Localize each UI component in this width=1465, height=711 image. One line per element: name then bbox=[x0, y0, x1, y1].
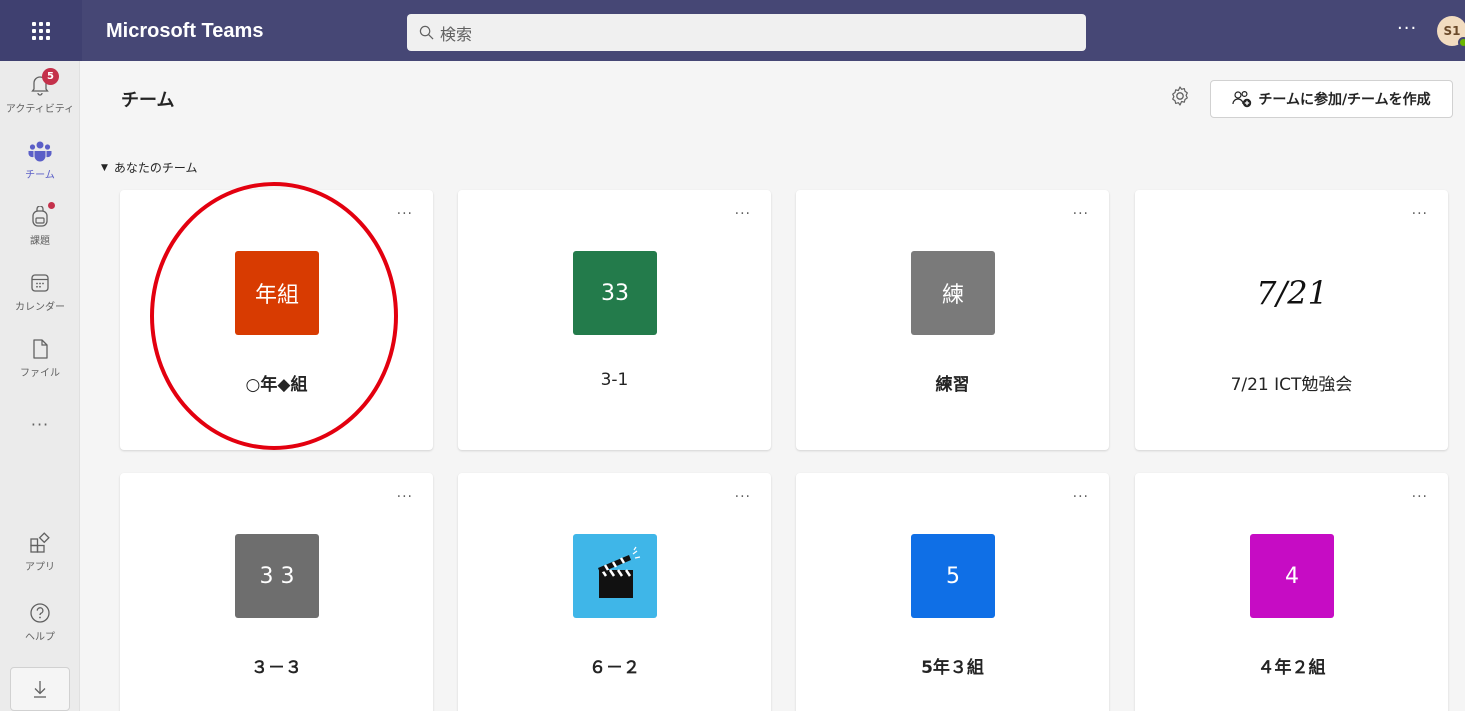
team-avatar-text: 3 3 bbox=[259, 563, 295, 589]
settings-button[interactable] bbox=[1168, 84, 1192, 108]
download-icon bbox=[34, 681, 46, 698]
app-title: Microsoft Teams bbox=[106, 20, 264, 42]
team-more-options-button[interactable]: ··· bbox=[1073, 489, 1089, 505]
team-avatar: 練 bbox=[911, 251, 995, 335]
search-input[interactable]: 検索 bbox=[407, 14, 1086, 51]
calendar-icon bbox=[28, 271, 52, 295]
help-icon bbox=[28, 601, 52, 625]
team-name: ○年◆組 bbox=[245, 375, 308, 395]
team-avatar bbox=[573, 534, 657, 618]
join-or-create-team-button[interactable]: チームに参加/チームを作成 bbox=[1210, 80, 1453, 118]
team-avatar: 年組 bbox=[235, 251, 319, 335]
caret-down-icon: ▼ bbox=[101, 162, 108, 173]
team-card[interactable]: ··· ６－２ bbox=[458, 473, 771, 711]
assignments-badge-dot bbox=[48, 202, 55, 209]
rail-label-help: ヘルプ bbox=[25, 632, 55, 643]
team-name: 3-1 bbox=[600, 370, 629, 390]
team-avatar: 4 bbox=[1250, 534, 1334, 618]
more-options-button[interactable]: ··· bbox=[1397, 18, 1417, 39]
add-people-icon bbox=[1232, 90, 1252, 108]
team-name: ６－２ bbox=[589, 658, 640, 678]
team-name: 練習 bbox=[935, 375, 970, 395]
clapperboard-icon bbox=[598, 546, 641, 598]
team-name: ４年２組 bbox=[1257, 658, 1326, 678]
team-avatar: 5 bbox=[911, 534, 995, 618]
app-launcher-button[interactable] bbox=[0, 0, 82, 61]
team-more-options-button[interactable]: ··· bbox=[397, 489, 413, 505]
team-avatar-handwritten: 7/21 bbox=[1250, 251, 1334, 335]
team-card[interactable]: ··· 33 3-1 bbox=[458, 190, 771, 450]
rail-label-activity: アクティビティ bbox=[5, 104, 75, 115]
team-card[interactable]: ··· 3 3 ３－３ bbox=[120, 473, 433, 711]
rail-label-files: ファイル bbox=[20, 368, 60, 379]
team-avatar-text: 年組 bbox=[254, 283, 299, 308]
rail-label-calendar: カレンダー bbox=[15, 302, 65, 313]
team-avatar-text: 4 bbox=[1285, 563, 1299, 589]
download-button[interactable] bbox=[10, 667, 70, 711]
teams-icon bbox=[28, 139, 52, 163]
avatar-initials: S1 bbox=[1443, 24, 1461, 38]
rail-label-teams: チーム bbox=[25, 170, 55, 181]
section-header-label: あなたのチーム bbox=[113, 161, 198, 175]
team-avatar-text: 練 bbox=[941, 283, 964, 308]
team-card[interactable]: ··· 5 5年３組 bbox=[796, 473, 1109, 711]
avatar[interactable]: S1 bbox=[1437, 16, 1465, 48]
team-card[interactable]: ··· 4 ４年２組 bbox=[1135, 473, 1448, 711]
team-more-options-button[interactable]: ··· bbox=[397, 206, 413, 222]
top-bar: Microsoft Teams 検索 ··· S1 bbox=[0, 0, 1465, 61]
team-name: ３－３ bbox=[251, 658, 302, 678]
team-more-options-button[interactable]: ··· bbox=[735, 489, 751, 505]
team-more-options-button[interactable]: ··· bbox=[1412, 489, 1428, 505]
team-avatar-text: 5 bbox=[946, 563, 960, 589]
rail-item-files[interactable]: ファイル bbox=[0, 337, 80, 379]
team-more-options-button[interactable]: ··· bbox=[1412, 206, 1428, 222]
team-avatar: 33 bbox=[573, 251, 657, 335]
bell-icon: 5 bbox=[28, 68, 59, 97]
team-name: 7/21 ICT勉強会 bbox=[1230, 375, 1353, 395]
rail-more-apps-button[interactable]: ··· bbox=[0, 415, 80, 434]
team-avatar: 3 3 bbox=[235, 534, 319, 618]
team-avatar-text: 7/21 bbox=[1256, 274, 1328, 312]
search-icon bbox=[419, 25, 434, 40]
rail-item-activity[interactable]: 5 アクティビティ bbox=[0, 68, 80, 115]
presence-indicator bbox=[1458, 37, 1465, 48]
rail-label-apps: アプリ bbox=[25, 562, 55, 573]
activity-badge: 5 bbox=[42, 68, 59, 85]
rail-item-calendar[interactable]: カレンダー bbox=[0, 271, 80, 313]
file-icon bbox=[28, 337, 52, 361]
waffle-icon bbox=[32, 21, 50, 40]
team-card[interactable]: ··· 練 練習 bbox=[796, 190, 1109, 450]
rail-item-teams[interactable]: チーム bbox=[0, 139, 80, 181]
team-avatar-text: 33 bbox=[601, 280, 629, 306]
left-rail: 5 アクティビティ チーム 課題 カレンダー ファイル ··· アプリ ヘルプ bbox=[0, 61, 80, 711]
rail-item-apps[interactable]: アプリ bbox=[0, 531, 80, 573]
team-card[interactable]: ··· 年組 ○年◆組 bbox=[120, 190, 433, 450]
search-placeholder: 検索 bbox=[440, 24, 473, 44]
rail-label-assignments: 課題 bbox=[30, 236, 50, 247]
rail-item-help[interactable]: ヘルプ bbox=[0, 601, 80, 643]
team-more-options-button[interactable]: ··· bbox=[1073, 206, 1089, 222]
page-title: チーム bbox=[121, 90, 175, 111]
apps-icon bbox=[28, 531, 52, 555]
backpack-icon bbox=[28, 202, 55, 229]
rail-item-assignments[interactable]: 課題 bbox=[0, 202, 80, 247]
team-card[interactable]: ··· 7/21 7/21 ICT勉強会 bbox=[1135, 190, 1448, 450]
team-more-options-button[interactable]: ··· bbox=[735, 206, 751, 222]
gear-icon bbox=[1172, 86, 1188, 106]
your-teams-section-toggle[interactable]: ▼ あなたのチーム bbox=[101, 159, 198, 176]
team-name: 5年３組 bbox=[921, 658, 984, 678]
join-button-label: チームに参加/チームを作成 bbox=[1258, 92, 1431, 108]
